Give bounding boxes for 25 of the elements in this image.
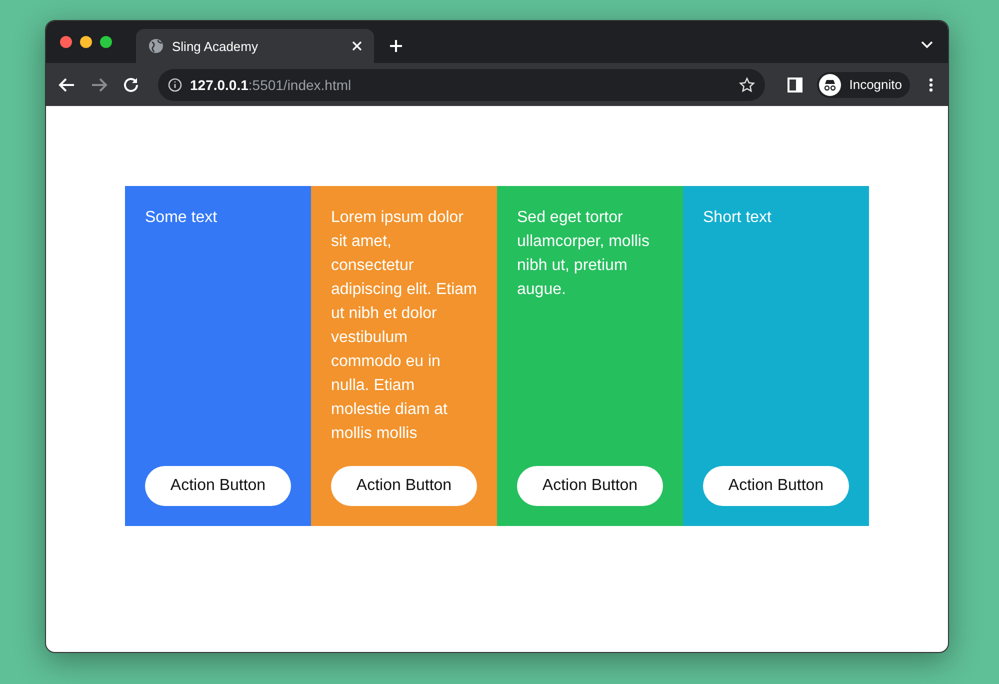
close-icon[interactable] — [350, 39, 364, 53]
star-icon[interactable] — [739, 76, 756, 92]
window-control-button[interactable] — [100, 36, 112, 48]
window-control-button[interactable] — [60, 36, 72, 48]
forward-arrow-icon[interactable] — [90, 76, 108, 94]
url-text: 127.0.0.1:5501/index.html — [190, 76, 352, 92]
card-text: Lorem ipsum dolor sit amet, consectetur adipiscing elit. Etiam ut nibh et dolor vestibulum commodo eu in nulla. Etiam molestie diam at mollis mollis — [331, 208, 477, 444]
card-text: Short text — [703, 208, 772, 228]
card-text: Some text — [145, 208, 218, 228]
action-button[interactable]: Action Button — [517, 466, 663, 506]
reload-icon[interactable] — [122, 76, 140, 94]
action-button[interactable]: Action Button — [145, 466, 291, 506]
back-arrow-icon[interactable] — [58, 76, 76, 94]
window-control-button[interactable] — [80, 36, 92, 48]
side-panel-icon[interactable] — [787, 76, 804, 92]
new-tab-icon[interactable] — [388, 38, 404, 54]
card-text: Sed eget tortor ullamcorper, mollis nibh ut, pretium augue. — [517, 208, 650, 300]
globe-icon — [148, 38, 164, 54]
profile-button[interactable]: Incognito — [817, 72, 910, 98]
action-button[interactable]: Action Button — [331, 466, 477, 506]
browser-tab[interactable]: Sling Academy — [136, 29, 374, 63]
info-icon[interactable] — [168, 78, 182, 92]
incognito-icon — [819, 74, 842, 96]
action-button[interactable]: Action Button — [703, 466, 849, 506]
address-bar[interactable]: 127.0.0.1:5501/index.html — [158, 68, 766, 100]
